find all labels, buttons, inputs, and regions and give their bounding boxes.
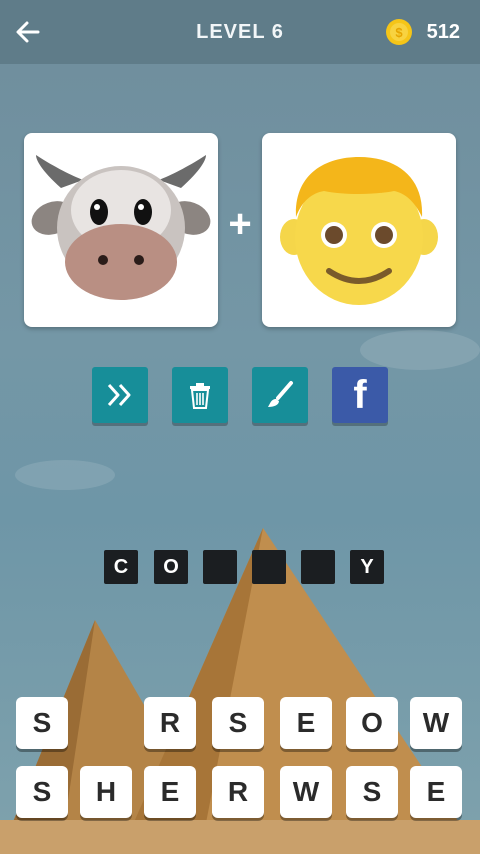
letter-key[interactable]: W <box>280 766 332 818</box>
facebook-icon: f <box>353 373 367 417</box>
answer-slot[interactable] <box>203 550 237 584</box>
plus-operator: + <box>228 202 252 246</box>
letter-key[interactable]: S <box>346 766 398 818</box>
answer-slot[interactable]: O <box>154 550 188 584</box>
letter-key[interactable]: R <box>212 766 264 818</box>
letter-key[interactable]: E <box>144 766 196 818</box>
answer-slot[interactable] <box>252 550 286 584</box>
letter-key[interactable]: S <box>16 697 68 749</box>
facebook-button[interactable]: f <box>332 367 388 423</box>
boy-face-icon <box>280 157 438 305</box>
brush-button[interactable] <box>252 367 308 423</box>
answer-slot[interactable] <box>301 550 335 584</box>
svg-text:$: $ <box>395 25 403 40</box>
back-arrow-icon[interactable] <box>12 16 44 48</box>
double-chevron-icon <box>107 383 131 407</box>
brush-icon <box>268 381 293 407</box>
coin-icon: $ <box>385 19 412 45</box>
emoji-card-right <box>262 133 456 327</box>
letter-key[interactable]: R <box>144 697 196 749</box>
letter-key[interactable]: S <box>212 697 264 749</box>
letter-key[interactable]: H <box>80 766 132 818</box>
answer-slot[interactable]: C <box>104 550 138 584</box>
trash-icon <box>190 383 210 409</box>
letter-key[interactable]: O <box>346 697 398 749</box>
letter-key[interactable]: S <box>16 766 68 818</box>
cow-face-icon <box>31 155 211 300</box>
top-bar: LEVEL 6 $ 512 <box>0 0 480 64</box>
emoji-card-left <box>24 133 218 327</box>
coin-balance: $ 512 <box>385 18 460 46</box>
delete-button[interactable] <box>172 367 228 423</box>
letter-key[interactable]: E <box>280 697 332 749</box>
skip-button[interactable] <box>92 367 148 423</box>
coin-count: 512 <box>426 20 460 43</box>
letter-key[interactable]: W <box>410 697 462 749</box>
level-title: LEVEL 6 <box>196 20 284 43</box>
letter-key[interactable]: E <box>410 766 462 818</box>
answer-slot[interactable]: Y <box>350 550 384 584</box>
